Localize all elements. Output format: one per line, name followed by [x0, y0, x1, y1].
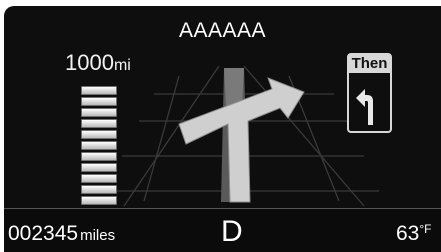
turn-right-arrow-icon — [178, 68, 305, 203]
street-name: AAAAAA — [178, 19, 267, 42]
odometer-value: 002345 — [8, 222, 79, 245]
meter-bar — [81, 86, 117, 95]
temperature-value: 63 — [396, 222, 420, 245]
distance-to-turn: 1000mi — [65, 50, 131, 76]
distance-unit: mi — [113, 57, 131, 74]
then-label: Then — [349, 55, 390, 73]
distance-value: 1000 — [65, 50, 114, 75]
meter-bar — [81, 141, 117, 150]
meter-bar — [81, 196, 117, 205]
temperature-unit: °F — [419, 222, 432, 236]
turn-left-arrow-icon — [356, 89, 373, 125]
meter-bar — [81, 119, 117, 128]
distance-meter — [81, 86, 117, 207]
meter-bar — [81, 174, 117, 183]
odometer: 002345 miles — [8, 222, 115, 246]
outside-temperature: 63°F — [396, 222, 432, 246]
next-maneuver-panel: Then — [347, 53, 392, 133]
gear-indicator: D — [221, 215, 243, 248]
meter-bar — [81, 163, 117, 172]
meter-bar — [81, 97, 117, 106]
meter-bar — [81, 152, 117, 161]
status-bar: 002345 miles D 63°F — [4, 208, 441, 252]
meter-bar — [81, 130, 117, 139]
odometer-unit: miles — [80, 227, 116, 244]
meter-bar — [81, 108, 117, 117]
navigation-display: AAAAAA 1000mi Then 002345 miles D 63°F — [4, 6, 441, 252]
meter-bar — [81, 185, 117, 194]
